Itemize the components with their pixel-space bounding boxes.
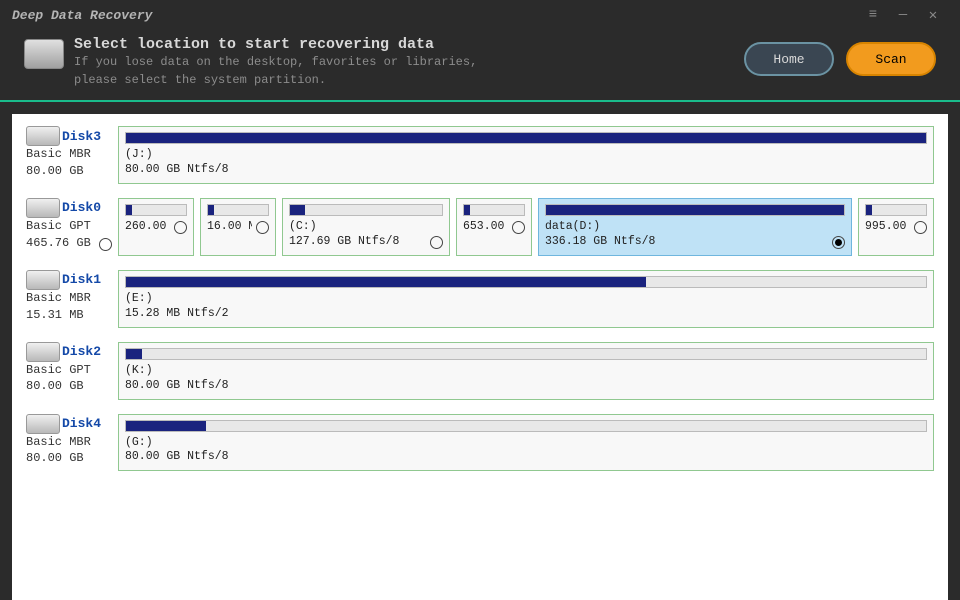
partition-label: (K:) <box>125 364 927 379</box>
disk-group: Disk1 Basic MBR15.31 MB (E:)15.28 MB Ntfs/… <box>26 270 934 328</box>
disk-name: Disk2 <box>62 344 101 359</box>
partition-info: 127.69 GB Ntfs/8 <box>289 235 399 250</box>
partition-radio[interactable] <box>430 236 443 249</box>
disk-name: Disk0 <box>62 200 101 215</box>
disk-label: Disk4 Basic MBR80.00 GB <box>26 414 112 472</box>
disk-size: 80.00 GB <box>26 378 84 395</box>
disk-icon <box>26 270 60 290</box>
close-icon[interactable]: ✕ <box>918 7 948 24</box>
partition-label: (C:) <box>289 220 443 235</box>
usage-bar <box>125 276 927 288</box>
partition-info: 995.00 . <box>865 220 910 235</box>
disk-size: 465.76 GB <box>26 235 91 252</box>
disk-type: Basic GPT <box>26 362 112 379</box>
disk-label: Disk0 Basic GPT465.76 GB <box>26 198 112 256</box>
partition[interactable]: (C:)127.69 GB Ntfs/8 <box>282 198 450 256</box>
partition-info: 80.00 GB Ntfs/8 <box>125 450 229 465</box>
page-title: Select location to start recovering data <box>74 36 744 53</box>
partition[interactable]: 260.00 . <box>118 198 194 256</box>
usage-bar <box>125 348 927 360</box>
disk-label: Disk2 Basic GPT80.00 GB <box>26 342 112 400</box>
usage-bar <box>125 132 927 144</box>
usage-bar <box>125 204 187 216</box>
usage-bar <box>865 204 927 216</box>
disk-group: Disk0 Basic GPT465.76 GB 260.00 . 16.00 M. (… <box>26 198 934 256</box>
menu-icon[interactable]: ≡ <box>858 7 888 23</box>
partition-radio[interactable] <box>512 221 525 234</box>
partition-label: (G:) <box>125 436 927 451</box>
partition-info: 15.28 MB Ntfs/2 <box>125 307 229 322</box>
partition-label: data(D:) <box>545 220 845 235</box>
home-button[interactable]: Home <box>744 42 834 76</box>
partition-radio[interactable] <box>832 236 845 249</box>
partition[interactable]: (E:)15.28 MB Ntfs/2 <box>118 270 934 328</box>
disk-name: Disk4 <box>62 416 101 431</box>
usage-bar <box>289 204 443 216</box>
partition-radio[interactable] <box>174 221 187 234</box>
disk-label: Disk1 Basic MBR15.31 MB <box>26 270 112 328</box>
disk-size: 15.31 MB <box>26 307 84 324</box>
usage-bar <box>207 204 269 216</box>
disk-size: 80.00 GB <box>26 450 84 467</box>
page-subtitle-1: If you lose data on the desktop, favorit… <box>74 55 744 71</box>
disk-group: Disk2 Basic GPT80.00 GB (K:)80.00 GB Ntfs/… <box>26 342 934 400</box>
partition-info: 336.18 GB Ntfs/8 <box>545 235 655 250</box>
partition-info: 80.00 GB Ntfs/8 <box>125 379 229 394</box>
partition-label: (E:) <box>125 292 927 307</box>
disk-type: Basic MBR <box>26 290 112 307</box>
app-title: Deep Data Recovery <box>12 8 152 23</box>
disk-name: Disk3 <box>62 129 101 144</box>
partition-label: (J:) <box>125 148 927 163</box>
partition[interactable]: data(D:)336.18 GB Ntfs/8 <box>538 198 852 256</box>
disk-list: Disk3Basic MBR80.00 GB(J:)80.00 GB Ntfs/… <box>12 114 948 600</box>
disk-name: Disk1 <box>62 272 101 287</box>
partition-radio[interactable] <box>914 221 927 234</box>
disk-label: Disk3 Basic MBR80.00 GB <box>26 126 112 184</box>
partition[interactable]: (K:)80.00 GB Ntfs/8 <box>118 342 934 400</box>
partition[interactable]: 16.00 M. <box>200 198 276 256</box>
partition[interactable]: 653.00 . <box>456 198 532 256</box>
minimize-icon[interactable]: — <box>888 7 918 23</box>
partition[interactable]: (J:)80.00 GB Ntfs/8 <box>118 126 934 184</box>
disk-size: 80.00 GB <box>26 163 84 180</box>
partition[interactable]: (G:)80.00 GB Ntfs/8 <box>118 414 934 472</box>
partition-info: 80.00 GB Ntfs/8 <box>125 163 229 178</box>
disk-type: Basic GPT <box>26 218 112 235</box>
usage-bar <box>463 204 525 216</box>
partition[interactable]: 995.00 . <box>858 198 934 256</box>
titlebar: Deep Data Recovery ≡ — ✕ <box>0 0 960 30</box>
disk-group: Disk4 Basic MBR80.00 GB (G:)80.00 GB Ntfs/… <box>26 414 934 472</box>
disk-icon <box>26 126 60 146</box>
usage-bar <box>125 420 927 432</box>
partition-radio[interactable] <box>256 221 269 234</box>
partition-info: 16.00 M. <box>207 220 252 235</box>
page-subtitle-2: please select the system partition. <box>74 73 744 89</box>
usage-bar <box>545 204 845 216</box>
disk-icon <box>26 198 60 218</box>
header: Select location to start recovering data… <box>0 30 960 98</box>
disk-icon <box>26 342 60 362</box>
disk-group: Disk3 Basic MBR80.00 GB (J:)80.00 GB Ntfs/… <box>26 126 934 184</box>
partition-info: 653.00 . <box>463 220 508 235</box>
accent-divider <box>0 100 960 102</box>
scan-button[interactable]: Scan <box>846 42 936 76</box>
disk-type: Basic MBR <box>26 434 112 451</box>
disk-type: Basic MBR <box>26 146 112 163</box>
drive-icon <box>24 39 64 69</box>
partition-info: 260.00 . <box>125 220 170 235</box>
disk-icon <box>26 414 60 434</box>
disk-radio[interactable] <box>99 238 112 251</box>
